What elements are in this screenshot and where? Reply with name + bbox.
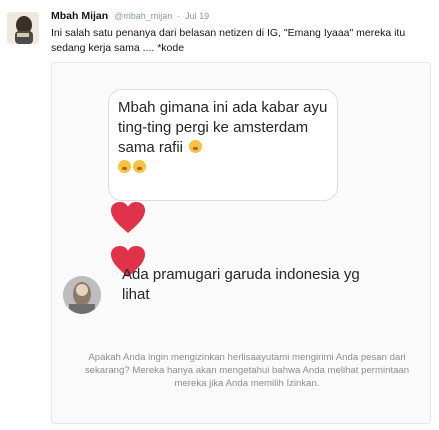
tweet-media-image[interactable]: Mbah gimana ini ada kabar ayu ting-ting …: [51, 62, 431, 424]
header-separator: ·: [177, 11, 181, 21]
sender-avatar-image: [63, 276, 101, 314]
dm-message-text: Mbah gimana ini ada kabar ayu ting-ting …: [118, 99, 328, 156]
dm-message: Mbah gimana ini ada kabar ayu ting-ting …: [118, 98, 338, 178]
fearful-face-icon: [118, 160, 131, 173]
message-request-notice: Apakah Anda ingin mengizinkan herlisaayu…: [84, 352, 410, 389]
heart-icon: [111, 202, 145, 233]
author-avatar-image: [7, 12, 39, 44]
tweet-text: Ini salah satu penanya dari belasan neti…: [51, 27, 406, 54]
author-avatar[interactable]: [7, 12, 39, 44]
fearful-face-icon: [133, 160, 146, 173]
author-handle[interactable]: @mbah_mijan: [114, 11, 172, 21]
tweet-header: Mbah Mijan @mbah_mijan · Jul 19: [51, 10, 209, 22]
fearful-face-icon: [189, 140, 203, 153]
sender-avatar[interactable]: [63, 276, 101, 314]
tweet-date[interactable]: Jul 19: [185, 11, 209, 21]
author-name[interactable]: Mbah Mijan: [51, 10, 108, 22]
dm-reply-message: Ada pramugari garuda indonesia yg lihat: [122, 266, 360, 303]
